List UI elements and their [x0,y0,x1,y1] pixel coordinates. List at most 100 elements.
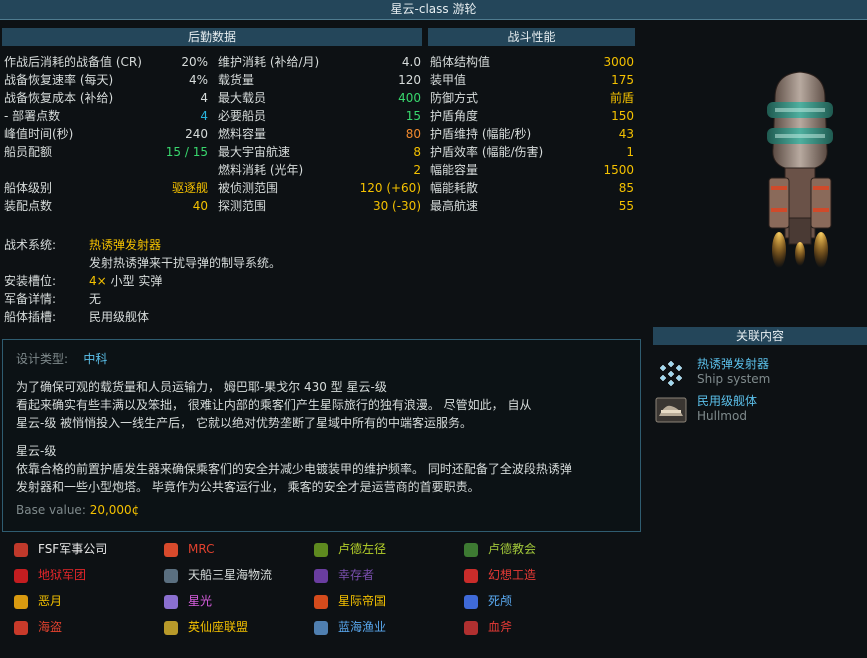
stat-value: 43 [618,127,634,141]
stat-value: 120 (+60) [359,181,421,195]
faction-flag-icon [314,620,328,635]
stat-row: 防御方式 前盾 [430,89,634,107]
faction-item[interactable]: 星光 [164,592,212,610]
faction-flag-icon [14,568,28,583]
stat-value: 1 [626,145,634,159]
stat-label: 防御方式 [430,91,479,105]
faction-flag-icon [314,542,328,557]
logistics-left-column: 作战后消耗的战备值 (CR) 20% 战备恢复速率 (每天) 4% 战备恢复成本 (补给… [4,53,208,215]
stat-label: 燃料容量 [218,127,267,141]
stat-row: - 部署点数 4 [4,107,208,125]
stat-label: 船员配额 [4,145,53,159]
stat-label: 最高航速 [430,199,479,213]
related-item-subtitle: Hullmod [697,409,747,423]
stat-row: 装配点数 40 [4,197,208,215]
faction-name: 卢德教会 [488,542,537,556]
tactical-system-name[interactable]: 热诱弹发射器 [89,236,161,254]
stat-label: 装甲值 [430,73,467,87]
stat-row: 载货量 120 [218,71,421,89]
stat-value: 4.0 [401,55,421,69]
faction-item[interactable]: 卢德教会 [464,540,536,558]
stat-label: 船体结构值 [430,55,491,69]
stat-row: 峰值时间(秒) 240 [4,125,208,143]
stat-row: 维护消耗 (补给/月) 4.0 [218,53,421,71]
stat-row [4,161,208,179]
stat-label: 护盾效率 (幅能/伤害) [430,145,544,159]
related-item-ship-system[interactable]: 热诱弹发射器 Ship system [655,357,865,391]
faction-item[interactable]: 星际帝国 [314,592,386,610]
stat-value: 85 [618,181,634,195]
mounts-count: 4× [89,274,107,288]
factions-list: FSF军事公司 MRC 卢德左径 卢德教会地狱军团 天船三星海物流 幸存者 幻想工造恶月 星光… [14,540,614,650]
hullmods-row: 船体插槽: 民用级舰体 [4,308,624,326]
window-title: 星云-class 游轮 [0,0,867,20]
stat-row: 最大宇宙航速 8 [218,143,421,161]
stat-row: 护盾效率 (幅能/伤害) 1 [430,143,634,161]
description-line: 依靠合格的前置护盾发生器来确保乘客们的安全并减少电镀装甲的维护频率。 同时还配备… [16,462,572,476]
related-item-title: 热诱弹发射器 [697,357,770,371]
faction-item[interactable]: FSF军事公司 [14,540,107,558]
faction-item[interactable]: 恶月 [14,592,62,610]
description-line: 发射器和一些小型炮塔。 毕竟作为公共客运行业， 乘客的安全才是运营商的首要职责。 [16,480,480,494]
stat-value: 前盾 [609,91,634,105]
combat-column: 船体结构值 3000 装甲值 175 防御方式 前盾 护盾角度 150 护盾维持 (幅能/秒) 4… [430,53,634,215]
faction-item[interactable]: MRC [164,540,214,558]
stat-row: 必要船员 15 [218,107,421,125]
faction-item[interactable]: 血斧 [464,618,512,636]
design-type-label: 设计类型: [16,352,69,366]
stat-label: 维护消耗 (补给/月) [218,55,320,69]
faction-flag-icon [164,542,178,557]
stat-value: 4% [188,73,208,87]
faction-name: 英仙座联盟 [188,620,249,634]
ship-sprite [745,68,855,270]
stat-value: 175 [611,73,634,87]
faction-flag-icon [314,568,328,583]
design-type-value: 中科 [83,352,108,366]
faction-flag-icon [14,594,28,609]
faction-item[interactable]: 天船三星海物流 [164,566,272,584]
faction-item[interactable]: 幻想工造 [464,566,536,584]
stat-label: 战备恢复速率 (每天) [4,73,114,87]
stat-row: 最大载员 400 [218,89,421,107]
faction-item[interactable]: 幸存者 [314,566,374,584]
faction-item[interactable]: 英仙座联盟 [164,618,248,636]
faction-item[interactable]: 死颅 [464,592,512,610]
stat-row: 船员配额 15 / 15 [4,143,208,161]
faction-flag-icon [464,542,478,557]
tactical-system-desc-row: 发射热诱弹来干扰导弹的制导系统。 [4,254,624,272]
description-subtitle: 星云-级 [16,444,57,458]
faction-flag-icon [14,620,28,635]
stat-row: 被侦测范围 120 (+60) [218,179,421,197]
mounts-row: 安装槽位: 4× 小型 实弹 [4,272,624,290]
stat-row: 燃料消耗 (光年) 2 [218,161,421,179]
faction-item[interactable]: 地狱军团 [14,566,86,584]
stat-label: 作战后消耗的战备值 (CR) [4,55,142,69]
stat-row: 作战后消耗的战备值 (CR) 20% [4,53,208,71]
stat-value: 55 [618,199,634,213]
related-item-title: 民用级舰体 [697,394,758,408]
mounts-value: 4× 小型 实弹 [89,272,162,290]
stat-label: 必要船员 [218,109,267,123]
tactical-system-desc: 发射热诱弹来干扰导弹的制导系统。 [89,256,282,270]
stat-row: 燃料容量 80 [218,125,421,143]
stat-row: 战备恢复成本 (补给) 4 [4,89,208,107]
stat-value: 120 [398,73,421,87]
faction-item[interactable]: 蓝海渔业 [314,618,386,636]
stat-label: 船体级别 [4,181,53,195]
stat-value: 400 [398,91,421,105]
description-line: 星云-级 被悄悄投入一线生产后， 它就以绝对优势垄断了星域中所有的中端客运服务。 [16,416,472,430]
faction-name: 海盗 [38,620,63,634]
armaments-row: 军备详情: 无 [4,290,624,308]
related-item-hullmod[interactable]: 民用级舰体 Hullmod [655,394,865,428]
stat-label: 最大载员 [218,91,267,105]
stat-label: 幅能耗散 [430,181,479,195]
description-line: 为了确保可观的载货量和人员运输力， 姆巴耶-果戈尔 430 型 星云-级 [16,380,387,394]
faction-item[interactable]: 海盗 [14,618,62,636]
stat-label: 装配点数 [4,199,53,213]
base-value: 20,000¢ [89,503,140,517]
base-value-row: Base value: 20,000¢ [16,503,139,517]
description-line: 看起来确实有些丰满以及笨拙， 很难让内部的乘客们产生星际旅行的独有浪漫。 尽管如… [16,398,532,412]
stat-row: 战备恢复速率 (每天) 4% [4,71,208,89]
faction-item[interactable]: 卢德左径 [314,540,386,558]
stat-row: 探测范围 30 (-30) [218,197,421,215]
